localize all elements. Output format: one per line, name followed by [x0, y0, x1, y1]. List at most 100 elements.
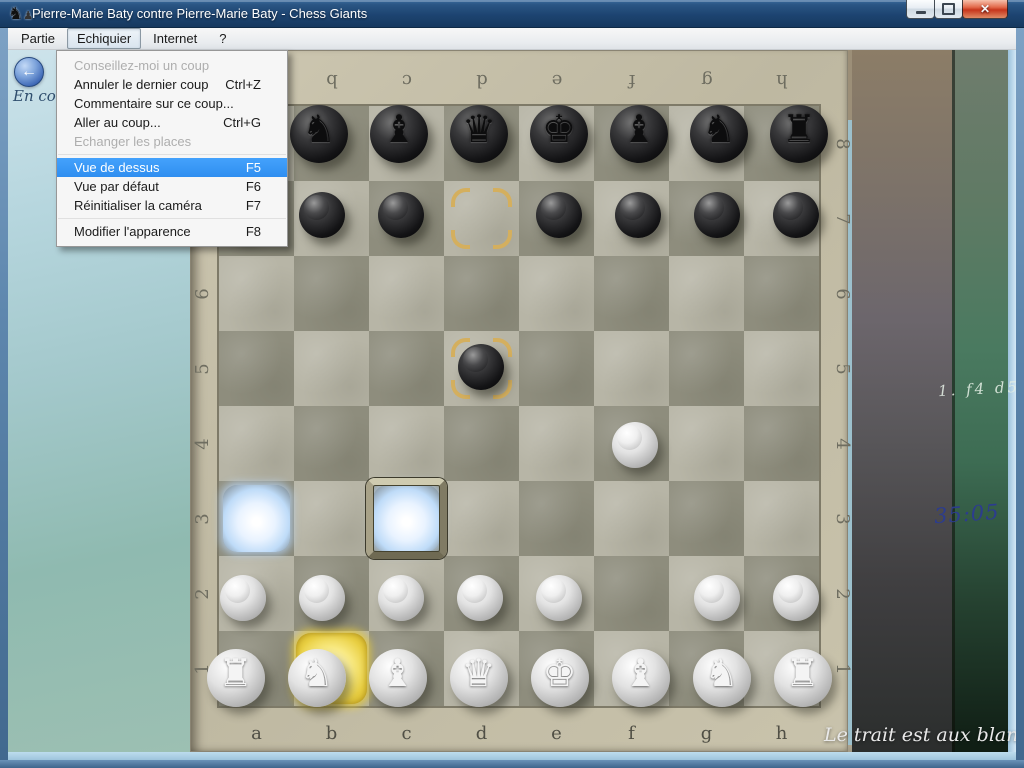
rook-icon: ♜ — [782, 111, 816, 149]
square-e5[interactable] — [519, 331, 594, 406]
square-h3[interactable] — [744, 481, 819, 556]
piece-white-pawn-e2[interactable] — [521, 560, 596, 635]
piece-white-king-e1[interactable]: ♚ — [522, 640, 597, 715]
piece-white-queen-d1[interactable]: ♛ — [441, 640, 516, 715]
piece-white-pawn-g2[interactable] — [679, 560, 754, 635]
piece-white-knight-b1[interactable]: ♞ — [279, 640, 354, 715]
menu-item-commentaire-sur-ce-coup-[interactable]: Commentaire sur ce coup... — [57, 94, 287, 113]
menubar-item-echiquier[interactable]: Echiquier — [67, 28, 141, 49]
piece-white-pawn-c2[interactable] — [363, 560, 438, 635]
menu-item-modifier-l-apparence[interactable]: Modifier l'apparenceF8 — [57, 222, 287, 241]
menu-item-conseillez-moi-un-coup[interactable]: Conseillez-moi un coup — [57, 56, 287, 75]
maximize-button[interactable] — [934, 0, 963, 19]
square-h5[interactable] — [744, 331, 819, 406]
square-h4[interactable] — [744, 406, 819, 481]
piece-black-pawn-d5[interactable] — [443, 329, 518, 404]
close-button[interactable]: ✕ — [962, 0, 1008, 19]
square-a5[interactable] — [219, 331, 294, 406]
square-b6[interactable] — [294, 256, 369, 331]
menu-item-aller-au-coup-[interactable]: Aller au coup...Ctrl+G — [57, 113, 287, 132]
square-g3[interactable] — [669, 481, 744, 556]
piece-white-pawn-a2[interactable] — [205, 560, 280, 635]
menu-bar: PartieEchiquierInternet? — [8, 28, 1016, 50]
piece-black-pawn-c7[interactable] — [363, 177, 438, 252]
menu-item-annuler-le-dernier-coup[interactable]: Annuler le dernier coupCtrl+Z — [57, 75, 287, 94]
menu-item-label: Aller au coup... — [74, 115, 223, 130]
menubar-item-partie[interactable]: Partie — [11, 28, 65, 49]
piece-black-knight-g8[interactable]: ♞ — [682, 96, 757, 171]
menu-item-label: Conseillez-moi un coup — [74, 58, 261, 73]
square-b3[interactable] — [294, 481, 369, 556]
piece-white-rook-a1[interactable]: ♜ — [198, 640, 273, 715]
file-label-top-e: e — [542, 69, 572, 91]
piece-white-rook-h1[interactable]: ♜ — [765, 640, 840, 715]
menu-item-shortcut: Ctrl+G — [223, 115, 261, 130]
square-d4[interactable] — [444, 406, 519, 481]
square-c6[interactable] — [369, 256, 444, 331]
piece-black-pawn-b7[interactable] — [284, 177, 359, 252]
piece-black-bishop-f8[interactable]: ♝ — [602, 96, 677, 171]
square-f6[interactable] — [594, 256, 669, 331]
menu-item-label: Annuler le dernier coup — [74, 77, 225, 92]
menubar-item-internet[interactable]: Internet — [143, 28, 207, 49]
file-label-bottom-g: g — [692, 723, 722, 745]
square-e3[interactable] — [519, 481, 594, 556]
rank-label-right-4: 4 — [831, 429, 853, 459]
piece-white-pawn-b2[interactable] — [284, 560, 359, 635]
menu-item-echanger-les-places[interactable]: Echanger les places — [57, 132, 287, 151]
file-label-bottom-a: a — [242, 723, 272, 745]
chess-board[interactable]: ♜♞♝♛♚♝♞♜♜♞♝♛♚♝♞♜ — [217, 104, 821, 708]
piece-white-pawn-f4[interactable] — [597, 407, 672, 482]
rank-label-right-2: 2 — [831, 579, 853, 609]
menu-item-vue-de-dessus[interactable]: Vue de dessusF5 — [57, 158, 287, 177]
close-icon: ✕ — [980, 2, 990, 16]
menu-item-r-initialiser-la-cam-ra[interactable]: Réinitialiser la caméraF7 — [57, 196, 287, 215]
square-g5[interactable] — [669, 331, 744, 406]
square-a4[interactable] — [219, 406, 294, 481]
bishop-icon: ♝ — [623, 655, 657, 693]
back-button[interactable]: ← — [14, 57, 44, 87]
minimize-button[interactable] — [906, 0, 935, 19]
piece-white-pawn-d2[interactable] — [442, 560, 517, 635]
piece-black-rook-h8[interactable]: ♜ — [762, 96, 837, 171]
file-label-top-h: h — [767, 69, 797, 91]
menu-item-label: Echanger les places — [74, 134, 261, 149]
piece-white-knight-g1[interactable]: ♞ — [684, 640, 759, 715]
square-g6[interactable] — [669, 256, 744, 331]
window-title: Pierre-Marie Baty contre Pierre-Marie Ba… — [32, 6, 367, 21]
piece-black-pawn-e7[interactable] — [521, 177, 596, 252]
square-c4[interactable] — [369, 406, 444, 481]
piece-white-bishop-f1[interactable]: ♝ — [603, 640, 678, 715]
square-b5[interactable] — [294, 331, 369, 406]
knight-icon: ♞ — [299, 655, 333, 693]
square-a6[interactable] — [219, 256, 294, 331]
square-b4[interactable] — [294, 406, 369, 481]
app-icon: ♞♟ — [8, 5, 33, 25]
square-f3[interactable] — [594, 481, 669, 556]
piece-black-knight-b8[interactable]: ♞ — [282, 96, 357, 171]
square-c5[interactable] — [369, 331, 444, 406]
piece-black-queen-d8[interactable]: ♛ — [442, 96, 517, 171]
menubar-item-?[interactable]: ? — [209, 28, 236, 49]
piece-black-bishop-c8[interactable]: ♝ — [362, 96, 437, 171]
background-glass-right — [1008, 50, 1016, 760]
square-e4[interactable] — [519, 406, 594, 481]
square-d6[interactable] — [444, 256, 519, 331]
square-f2[interactable] — [594, 556, 669, 631]
piece-white-bishop-c1[interactable]: ♝ — [360, 640, 435, 715]
square-g4[interactable] — [669, 406, 744, 481]
file-label-bottom-f: f — [617, 723, 647, 745]
square-d3[interactable] — [444, 481, 519, 556]
piece-black-pawn-g7[interactable] — [679, 177, 754, 252]
square-f5[interactable] — [594, 331, 669, 406]
piece-white-pawn-h2[interactable] — [758, 560, 833, 635]
window-controls: ✕ — [907, 0, 1008, 19]
square-e6[interactable] — [519, 256, 594, 331]
piece-black-pawn-h7[interactable] — [758, 177, 833, 252]
square-h6[interactable] — [744, 256, 819, 331]
rank-label-right-3: 3 — [831, 504, 853, 534]
menu-item-vue-par-d-faut[interactable]: Vue par défautF6 — [57, 177, 287, 196]
piece-black-pawn-f7[interactable] — [600, 177, 675, 252]
piece-black-king-e8[interactable]: ♚ — [522, 96, 597, 171]
background-glass-bottom — [8, 752, 1016, 760]
